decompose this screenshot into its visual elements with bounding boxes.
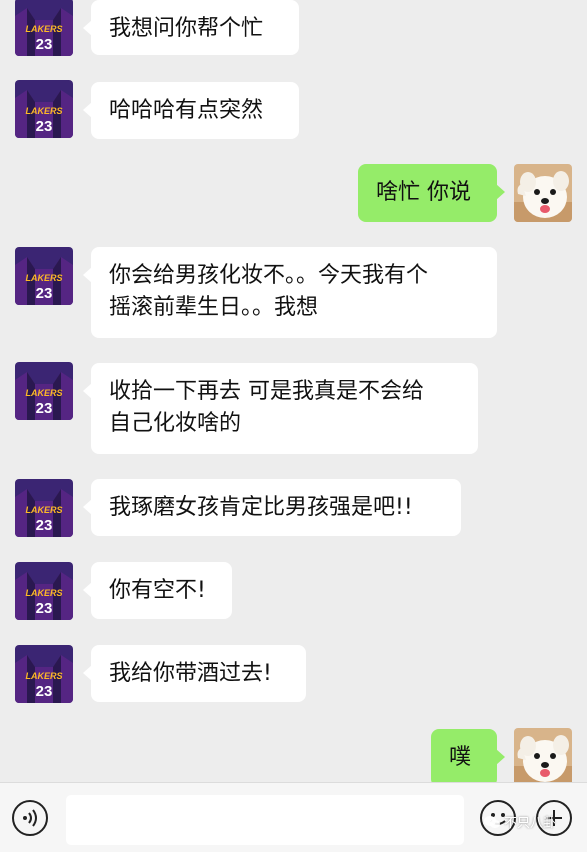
lakers-avatar[interactable]: LAKERS 23 [15,562,73,620]
jersey-number-text: 23 [36,600,53,617]
message-bubble-incoming[interactable]: 我想问你帮个忙 [83,0,299,55]
message-text-input[interactable] [66,795,464,845]
jersey-number-text: 23 [36,683,53,700]
jersey-number-text: 23 [36,36,53,53]
lakers-23-jersey-avatar-icon: LAKERS 23 [15,479,73,537]
wechat-logo-icon [484,815,500,828]
lakers-avatar[interactable]: LAKERS 23 [15,479,73,537]
jersey-team-text: LAKERS [25,671,62,681]
message-bubble-incoming[interactable]: 哈哈哈有点突然 [83,82,299,139]
chat-message-list: LAKERS 23 我想问你帮个忙 LAKERS 23 哈哈哈有点突然 啥忙 你… [0,0,587,782]
message-bubble-outgoing[interactable]: 啥忙 你说 [358,164,505,222]
jersey-team-text: LAKERS [25,588,62,598]
message-bubble-incoming[interactable]: 你有空不! [83,562,232,619]
message-bubble-incoming[interactable]: 收拾一下再去 可是我真是不会给 自己化妆啥的 [83,363,478,454]
lakers-avatar[interactable]: LAKERS 23 [15,247,73,305]
jersey-team-text: LAKERS [25,388,62,398]
watermark-text: 不只八卦 [504,816,557,831]
lakers-avatar[interactable]: LAKERS 23 [15,362,73,420]
jersey-team-text: LAKERS [25,106,62,116]
lakers-23-jersey-avatar-icon: LAKERS 23 [15,247,73,305]
message-bubble-incoming[interactable]: 我琢磨女孩肯定比男孩强是吧!! [83,479,461,536]
jersey-number-text: 23 [36,285,53,302]
voice-wave-icon [23,809,37,827]
dog-avatar[interactable] [514,164,572,222]
jersey-number-text: 23 [36,118,53,135]
lakers-23-jersey-avatar-icon: LAKERS 23 [15,562,73,620]
lakers-23-jersey-avatar-icon: LAKERS 23 [15,645,73,703]
dog-avatar[interactable] [514,728,572,782]
white-dog-avatar-icon [514,164,572,222]
jersey-team-text: LAKERS [25,505,62,515]
message-bubble-incoming[interactable]: 我给你带酒过去! [83,645,306,702]
voice-input-button[interactable] [12,800,48,836]
message-bubble-incoming[interactable]: 你会给男孩化妆不。。今天我有个 摇滚前辈生日。。我想 [83,247,497,338]
jersey-number-text: 23 [36,400,53,417]
jersey-number-text: 23 [36,517,53,534]
lakers-23-jersey-avatar-icon: LAKERS 23 [15,362,73,420]
jersey-team-text: LAKERS [25,24,62,34]
lakers-avatar[interactable]: LAKERS 23 [15,645,73,703]
white-dog-avatar-icon [514,728,572,782]
lakers-23-jersey-avatar-icon: LAKERS 23 [15,0,73,56]
lakers-avatar[interactable]: LAKERS 23 [15,80,73,138]
jersey-team-text: LAKERS [25,273,62,283]
message-bubble-outgoing[interactable]: 噗 [431,729,505,782]
lakers-23-jersey-avatar-icon: LAKERS 23 [15,80,73,138]
watermark: 不只八卦 [484,812,556,831]
lakers-avatar[interactable]: LAKERS 23 [15,0,73,56]
